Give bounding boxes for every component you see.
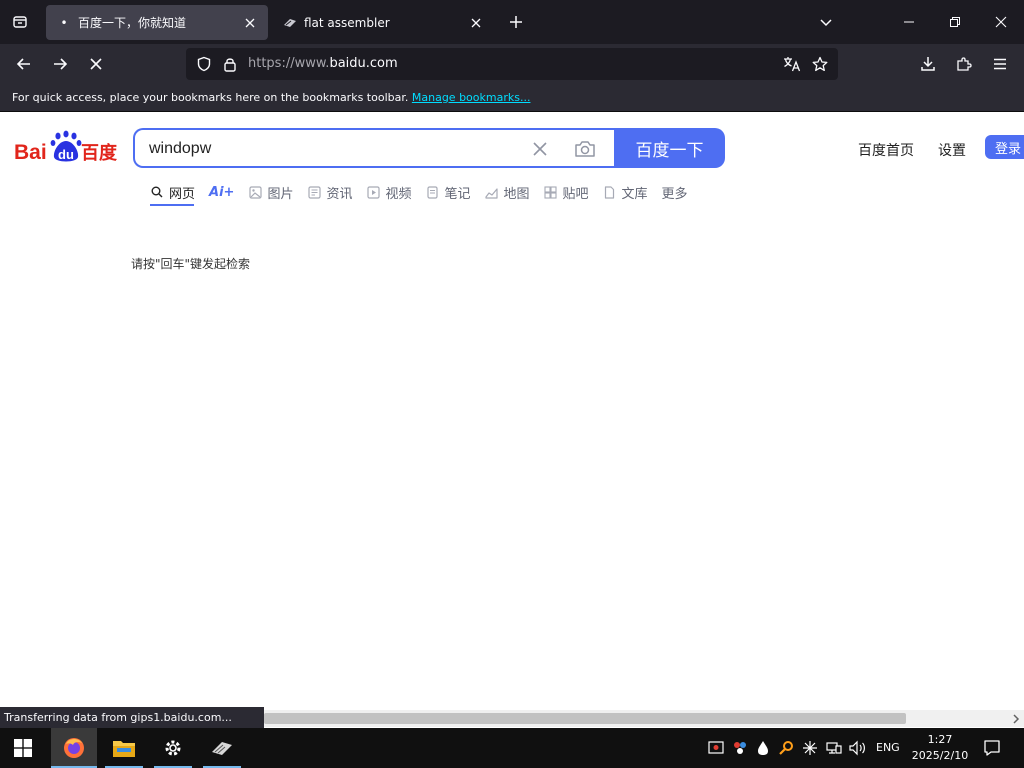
tab-label: 网页: [169, 186, 196, 202]
search-box: [133, 128, 615, 168]
manage-bookmarks-link[interactable]: Manage bookmarks...: [412, 91, 531, 104]
search-tabs: 网页 Ai+ 图片 资讯 视频 笔记 地图 贴吧 文库 更多: [150, 181, 702, 207]
baidu-logo[interactable]: Bai du 百度: [14, 129, 120, 169]
network-monitor-icon[interactable]: [730, 738, 750, 758]
tab-title: 百度一下，你就知道: [78, 16, 187, 30]
tab-news[interactable]: 资讯: [307, 181, 352, 203]
file-explorer-icon[interactable]: [101, 728, 147, 768]
tab-title: flat assembler: [304, 15, 390, 30]
tab-video[interactable]: 视频: [366, 181, 411, 203]
search-button[interactable]: 百度一下: [614, 128, 725, 168]
page-viewport: Bai du 百度 百度一下 百度首页 设置 登录: [0, 112, 1024, 710]
tab-label: 贴吧: [562, 186, 589, 202]
forum-icon: [544, 185, 558, 199]
network-icon[interactable]: [824, 738, 844, 758]
new-tab-icon[interactable]: [500, 6, 532, 38]
baidu-home-link[interactable]: 百度首页: [858, 140, 914, 160]
settings-link[interactable]: 设置: [938, 140, 966, 160]
url-text[interactable]: https://www.baidu.com: [248, 56, 398, 71]
extensions-puzzle-icon[interactable]: [948, 48, 980, 80]
tab-label: Ai+: [209, 184, 235, 200]
image-icon: [248, 185, 262, 199]
tracking-shield-icon[interactable]: [192, 52, 216, 76]
news-icon: [307, 185, 321, 199]
chevron-down-icon[interactable]: [810, 6, 842, 38]
tab-notes[interactable]: 笔记: [425, 181, 471, 203]
volume-icon[interactable]: [848, 738, 868, 758]
tab-flat-assembler[interactable]: flat assembler: [272, 5, 494, 40]
close-tab-icon[interactable]: [238, 11, 262, 35]
tab-more[interactable]: 更多: [662, 181, 688, 203]
browser-tab-strip: • 百度一下，你就知道 flat assembler: [0, 0, 1024, 44]
scroll-right-arrow-icon[interactable]: [1008, 710, 1024, 727]
firefox-view-icon[interactable]: [4, 6, 36, 38]
camera-icon[interactable]: [573, 137, 597, 161]
navigation-toolbar: https://www.baidu.com: [0, 44, 1024, 84]
logo-text-du: du: [58, 147, 74, 162]
url-domain: baidu.com: [329, 56, 398, 71]
settings-gear-icon[interactable]: [150, 728, 196, 768]
login-button[interactable]: 登录: [985, 135, 1024, 159]
tab-ai[interactable]: Ai+: [209, 181, 234, 203]
back-arrow-icon[interactable]: [8, 48, 40, 80]
tab-label: 更多: [661, 186, 688, 202]
clock[interactable]: 1:27 2025/2/10: [908, 732, 972, 764]
notification-icon[interactable]: [980, 736, 1004, 760]
close-window-icon[interactable]: [978, 0, 1024, 44]
tab-tieba[interactable]: 贴吧: [544, 181, 589, 203]
url-prefix: https://www.: [248, 56, 330, 71]
loading-dot-icon: •: [60, 15, 68, 30]
security-shield-icon[interactable]: [706, 738, 726, 758]
enter-key-hint: 请按"回车"键发起检索: [131, 257, 251, 271]
video-icon: [366, 185, 380, 199]
tab-web[interactable]: 网页: [150, 181, 195, 203]
stop-loading-icon[interactable]: [80, 48, 112, 80]
clear-icon[interactable]: [529, 138, 551, 160]
logo-text-baidu-cn: 百度: [81, 142, 118, 164]
tab-wenku[interactable]: 文库: [603, 181, 648, 203]
hamburger-menu-icon[interactable]: [984, 48, 1016, 80]
flat-assembler-icon[interactable]: [199, 728, 245, 768]
tab-label: 文库: [621, 186, 648, 202]
restore-icon[interactable]: [932, 0, 978, 44]
close-tab-icon[interactable]: [464, 11, 488, 35]
document-icon: [603, 185, 617, 199]
clock-time: 1:27: [927, 733, 953, 746]
clock-date: 2025/2/10: [911, 749, 969, 762]
tab-baidu[interactable]: • 百度一下，你就知道: [46, 5, 268, 40]
active-tab-indicator: [150, 204, 194, 206]
bookmarks-toolbar: For quick access, place your bookmarks h…: [0, 84, 1024, 112]
windows-start-icon[interactable]: [0, 728, 46, 768]
top-links: 百度首页 设置: [858, 140, 966, 160]
search-key-icon[interactable]: [776, 738, 796, 758]
tab-map[interactable]: 地图: [485, 181, 530, 203]
scrollbar-thumb[interactable]: [264, 713, 906, 724]
address-bar[interactable]: https://www.baidu.com: [186, 48, 838, 80]
snowflake-icon[interactable]: [800, 738, 820, 758]
drop-icon[interactable]: [753, 738, 773, 758]
input-language[interactable]: ENG: [876, 741, 900, 754]
tab-images[interactable]: 图片: [248, 181, 293, 203]
bookmark-star-icon[interactable]: [808, 52, 832, 76]
windows-taskbar: ENG 1:27 2025/2/10: [0, 728, 1024, 768]
tab-label: 笔记: [444, 186, 471, 202]
tab-label: 地图: [503, 186, 530, 202]
tab-label: 资讯: [326, 186, 353, 202]
tab-label: 视频: [385, 186, 412, 202]
map-icon: [485, 185, 499, 199]
note-icon: [425, 185, 439, 199]
download-icon[interactable]: [912, 48, 944, 80]
translate-icon[interactable]: [780, 52, 804, 76]
status-panel: Transferring data from gips1.baidu.com..…: [0, 707, 264, 729]
search-icon: [150, 185, 164, 199]
bookmarks-hint: For quick access, place your bookmarks h…: [12, 91, 409, 104]
logo-text-bai: Bai: [14, 141, 47, 164]
search-input[interactable]: [149, 138, 519, 160]
lock-icon[interactable]: [218, 52, 242, 76]
tab-label: 图片: [267, 186, 294, 202]
minimize-icon[interactable]: [886, 0, 932, 44]
forward-arrow-icon[interactable]: [44, 48, 76, 80]
firefox-icon[interactable]: [51, 728, 97, 768]
flat-assembler-icon: [282, 15, 298, 31]
